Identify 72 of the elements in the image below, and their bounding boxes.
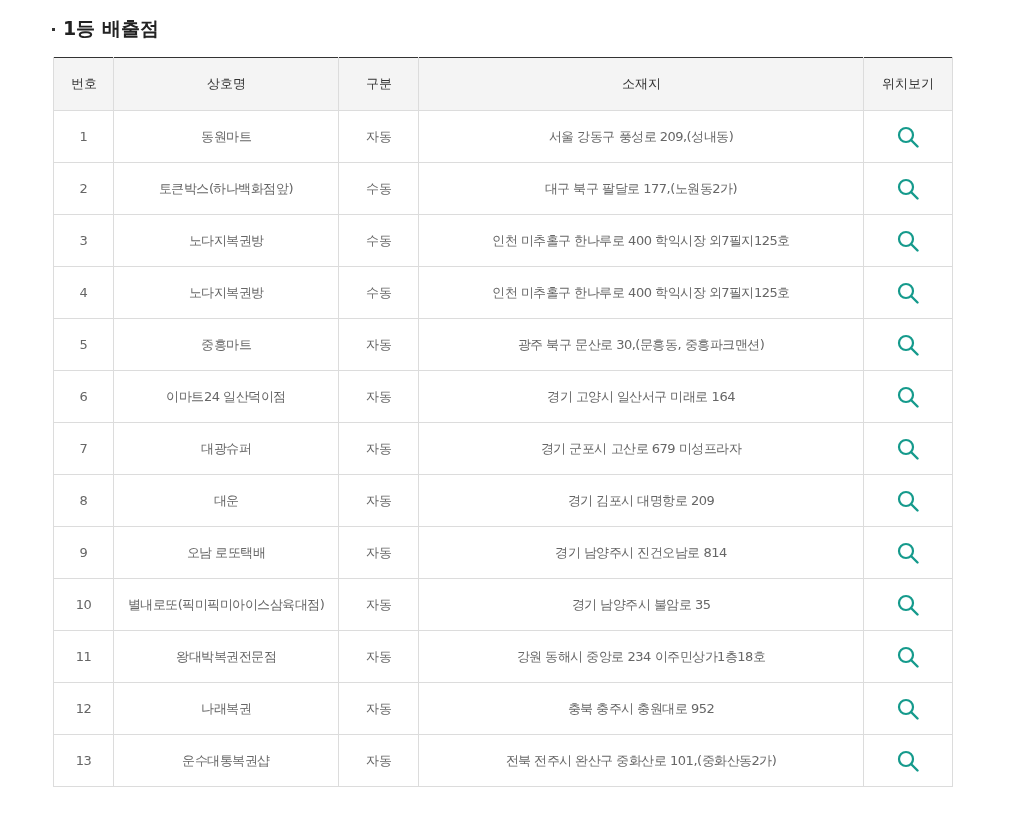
search-icon[interactable] (897, 385, 919, 408)
table-cell: 8 (53, 474, 114, 527)
search-icon[interactable] (897, 541, 919, 564)
table-cell: 11 (53, 630, 114, 683)
table-cell: 자동 (338, 110, 419, 163)
search-icon[interactable] (897, 125, 919, 148)
table-cell: 자동 (338, 318, 419, 371)
table-cell: 경기 남양주시 불암로 35 (418, 578, 864, 631)
table-cell: 대구 북구 팔달로 177,(노원동2가) (418, 162, 864, 215)
table-cell: 자동 (338, 734, 419, 787)
table-cell: 자동 (338, 422, 419, 475)
section-title: 1등 배출점 (63, 16, 159, 41)
table-cell: 경기 고양시 일산서구 미래로 164 (418, 370, 864, 423)
table-cell: 3 (53, 214, 114, 267)
table-cell: 나래복권 (113, 682, 339, 735)
table-cell: 중흥마트 (113, 318, 339, 371)
search-icon[interactable] (897, 697, 919, 720)
table-cell: 전북 전주시 완산구 중화산로 101,(중화산동2가) (418, 734, 864, 787)
search-icon[interactable] (897, 177, 919, 200)
table-cell: 강원 동해시 중앙로 234 이주민상가1층18호 (418, 630, 864, 683)
table-cell: 수동 (338, 266, 419, 319)
search-icon[interactable] (897, 593, 919, 616)
search-icon[interactable] (897, 489, 919, 512)
table-cell: 5 (53, 318, 114, 371)
search-icon[interactable] (897, 645, 919, 668)
column-header: 구분 (338, 57, 419, 111)
table-cell: 12 (53, 682, 114, 735)
table-cell: 자동 (338, 578, 419, 631)
column-header: 상호명 (113, 57, 339, 111)
table-cell: 충북 충주시 충원대로 952 (418, 682, 864, 735)
search-icon[interactable] (897, 229, 919, 252)
bullet-icon (52, 27, 55, 31)
table-cell: 경기 남양주시 진건오남로 814 (418, 526, 864, 579)
table-cell: 서울 강동구 풍성로 209,(성내동) (418, 110, 864, 163)
table-cell: 왕대박복권전문점 (113, 630, 339, 683)
table-cell: 노다지복권방 (113, 214, 339, 267)
column-header: 번호 (53, 57, 114, 111)
search-icon[interactable] (897, 749, 919, 772)
table-cell: 오남 로또택배 (113, 526, 339, 579)
table-cell: 자동 (338, 474, 419, 527)
table-cell: 4 (53, 266, 114, 319)
table-cell: 이마트24 일산덕이점 (113, 370, 339, 423)
search-icon[interactable] (897, 437, 919, 460)
table-cell: 경기 김포시 대명항로 209 (418, 474, 864, 527)
table-cell: 2 (53, 162, 114, 215)
table-cell: 운수대통복권샵 (113, 734, 339, 787)
column-header: 위치보기 (863, 57, 953, 111)
table-cell: 인천 미추홀구 한나루로 400 학익시장 외7필지125호 (418, 266, 864, 319)
table-cell: 1 (53, 110, 114, 163)
table-cell: 6 (53, 370, 114, 423)
column-header: 소재지 (418, 57, 864, 111)
table-cell: 광주 북구 문산로 30,(문흥동, 중흥파크맨션) (418, 318, 864, 371)
search-icon[interactable] (897, 281, 919, 304)
table-cell: 13 (53, 734, 114, 787)
table-cell: 9 (53, 526, 114, 579)
table-cell: 동원마트 (113, 110, 339, 163)
search-icon[interactable] (897, 333, 919, 356)
table-cell: 수동 (338, 214, 419, 267)
table-cell: 노다지복권방 (113, 266, 339, 319)
table-cell: 대광슈퍼 (113, 422, 339, 475)
table-cell: 자동 (338, 630, 419, 683)
table-cell: 수동 (338, 162, 419, 215)
table-cell: 인천 미추홀구 한나루로 400 학익시장 외7필지125호 (418, 214, 864, 267)
table-cell: 토큰박스(하나백화점앞) (113, 162, 339, 215)
table-cell: 7 (53, 422, 114, 475)
table-cell: 자동 (338, 682, 419, 735)
table-cell: 별내로또(픽미픽미아이스삼육대점) (113, 578, 339, 631)
table-cell: 자동 (338, 370, 419, 423)
table-cell: 자동 (338, 526, 419, 579)
table-cell: 대운 (113, 474, 339, 527)
table-cell: 경기 군포시 고산로 679 미성프라자 (418, 422, 864, 475)
table-cell: 10 (53, 578, 114, 631)
